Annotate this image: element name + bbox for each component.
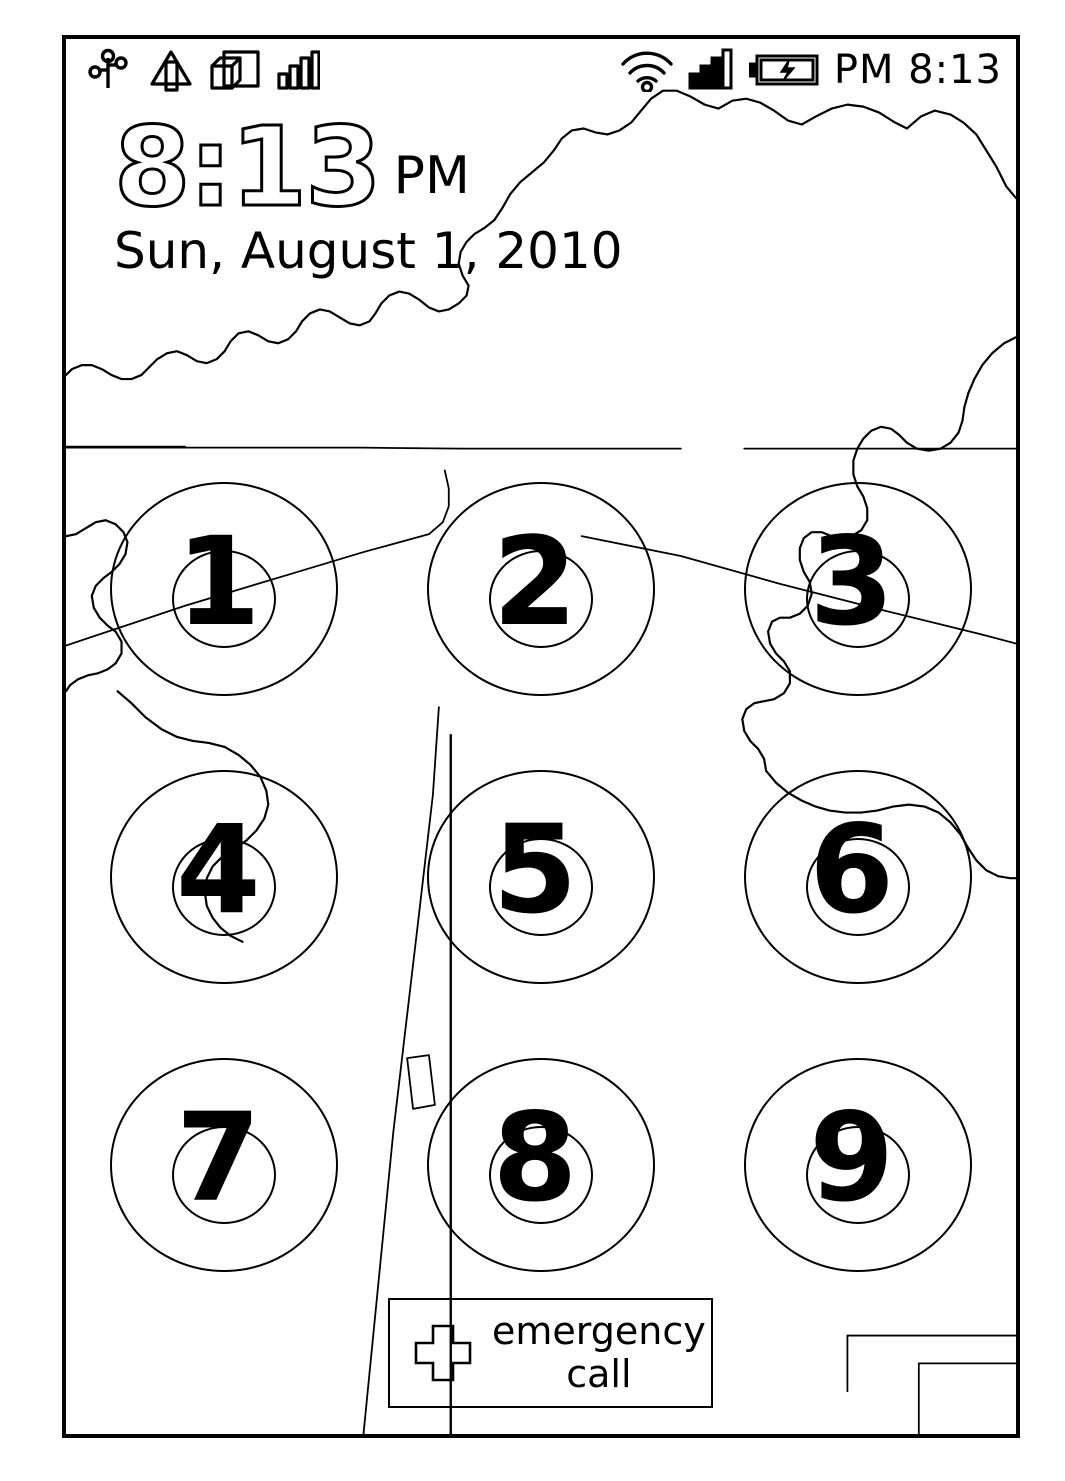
wifi-icon [621, 51, 673, 92]
status-bar-right-icons: PM 8:13 [619, 48, 1002, 92]
keypad-key-4[interactable]: 4 [108, 770, 340, 1002]
keypad-row: 1 2 3 [66, 454, 1016, 742]
signal-bars-outline-icon [277, 50, 320, 90]
key-digit-label: 6 [809, 799, 895, 941]
key-digit-label: 7 [175, 1087, 261, 1229]
clock-row: 8:13 PM [113, 103, 623, 231]
status-bar-left-icons [88, 48, 336, 92]
clock-date: Sun, August 1, 2010 [114, 222, 623, 281]
keypad-key-9[interactable]: 9 [742, 1058, 974, 1290]
keypad-row: 7 8 9 [66, 1030, 1016, 1318]
phone-lock-screen: PM 8:13 8:13 PM Sun, August 1, 2010 1 2 [62, 35, 1020, 1438]
lock-screen-clock-block: 8:13 PM Sun, August 1, 2010 [113, 103, 623, 281]
download-alert-icon [150, 50, 192, 92]
key-digit-label: 3 [809, 511, 895, 653]
clock-ampm: PM [393, 146, 470, 207]
keypad-key-6[interactable]: 6 [742, 770, 974, 1002]
status-bar-clock: PM 8:13 [833, 47, 1002, 93]
keypad-key-8[interactable]: 8 [425, 1058, 657, 1290]
emergency-call-label: emergency call [492, 1310, 706, 1395]
keypad-key-7[interactable]: 7 [108, 1058, 340, 1290]
cellular-signal-icon [688, 48, 733, 90]
keypad-key-1[interactable]: 1 [108, 482, 340, 714]
key-digit-label: 5 [492, 799, 578, 941]
keypad-key-3[interactable]: 3 [742, 482, 974, 714]
pin-keypad: 1 2 3 4 5 6 7 8 9 [66, 454, 1016, 1318]
key-digit-label: 9 [809, 1087, 895, 1229]
cross-icon [414, 1324, 472, 1382]
key-digit-label: 2 [492, 511, 578, 653]
emergency-call-button[interactable]: emergency call [388, 1298, 713, 1408]
keypad-key-2[interactable]: 2 [425, 482, 657, 714]
emergency-call-label-line2: call [566, 1352, 632, 1396]
keypad-key-5[interactable]: 5 [425, 770, 657, 1002]
emergency-call-label-line1: emergency [492, 1309, 706, 1354]
keypad-row: 4 5 6 [66, 742, 1016, 1030]
usb-debugging-icon [88, 48, 128, 88]
battery-charging-icon [748, 54, 819, 86]
key-digit-label: 4 [175, 799, 261, 941]
sd-card-icon [210, 50, 260, 90]
status-bar: PM 8:13 [66, 39, 1016, 101]
key-digit-label: 1 [175, 511, 261, 653]
key-digit-label: 8 [492, 1087, 578, 1229]
clock-time: 8:13 [113, 103, 384, 231]
